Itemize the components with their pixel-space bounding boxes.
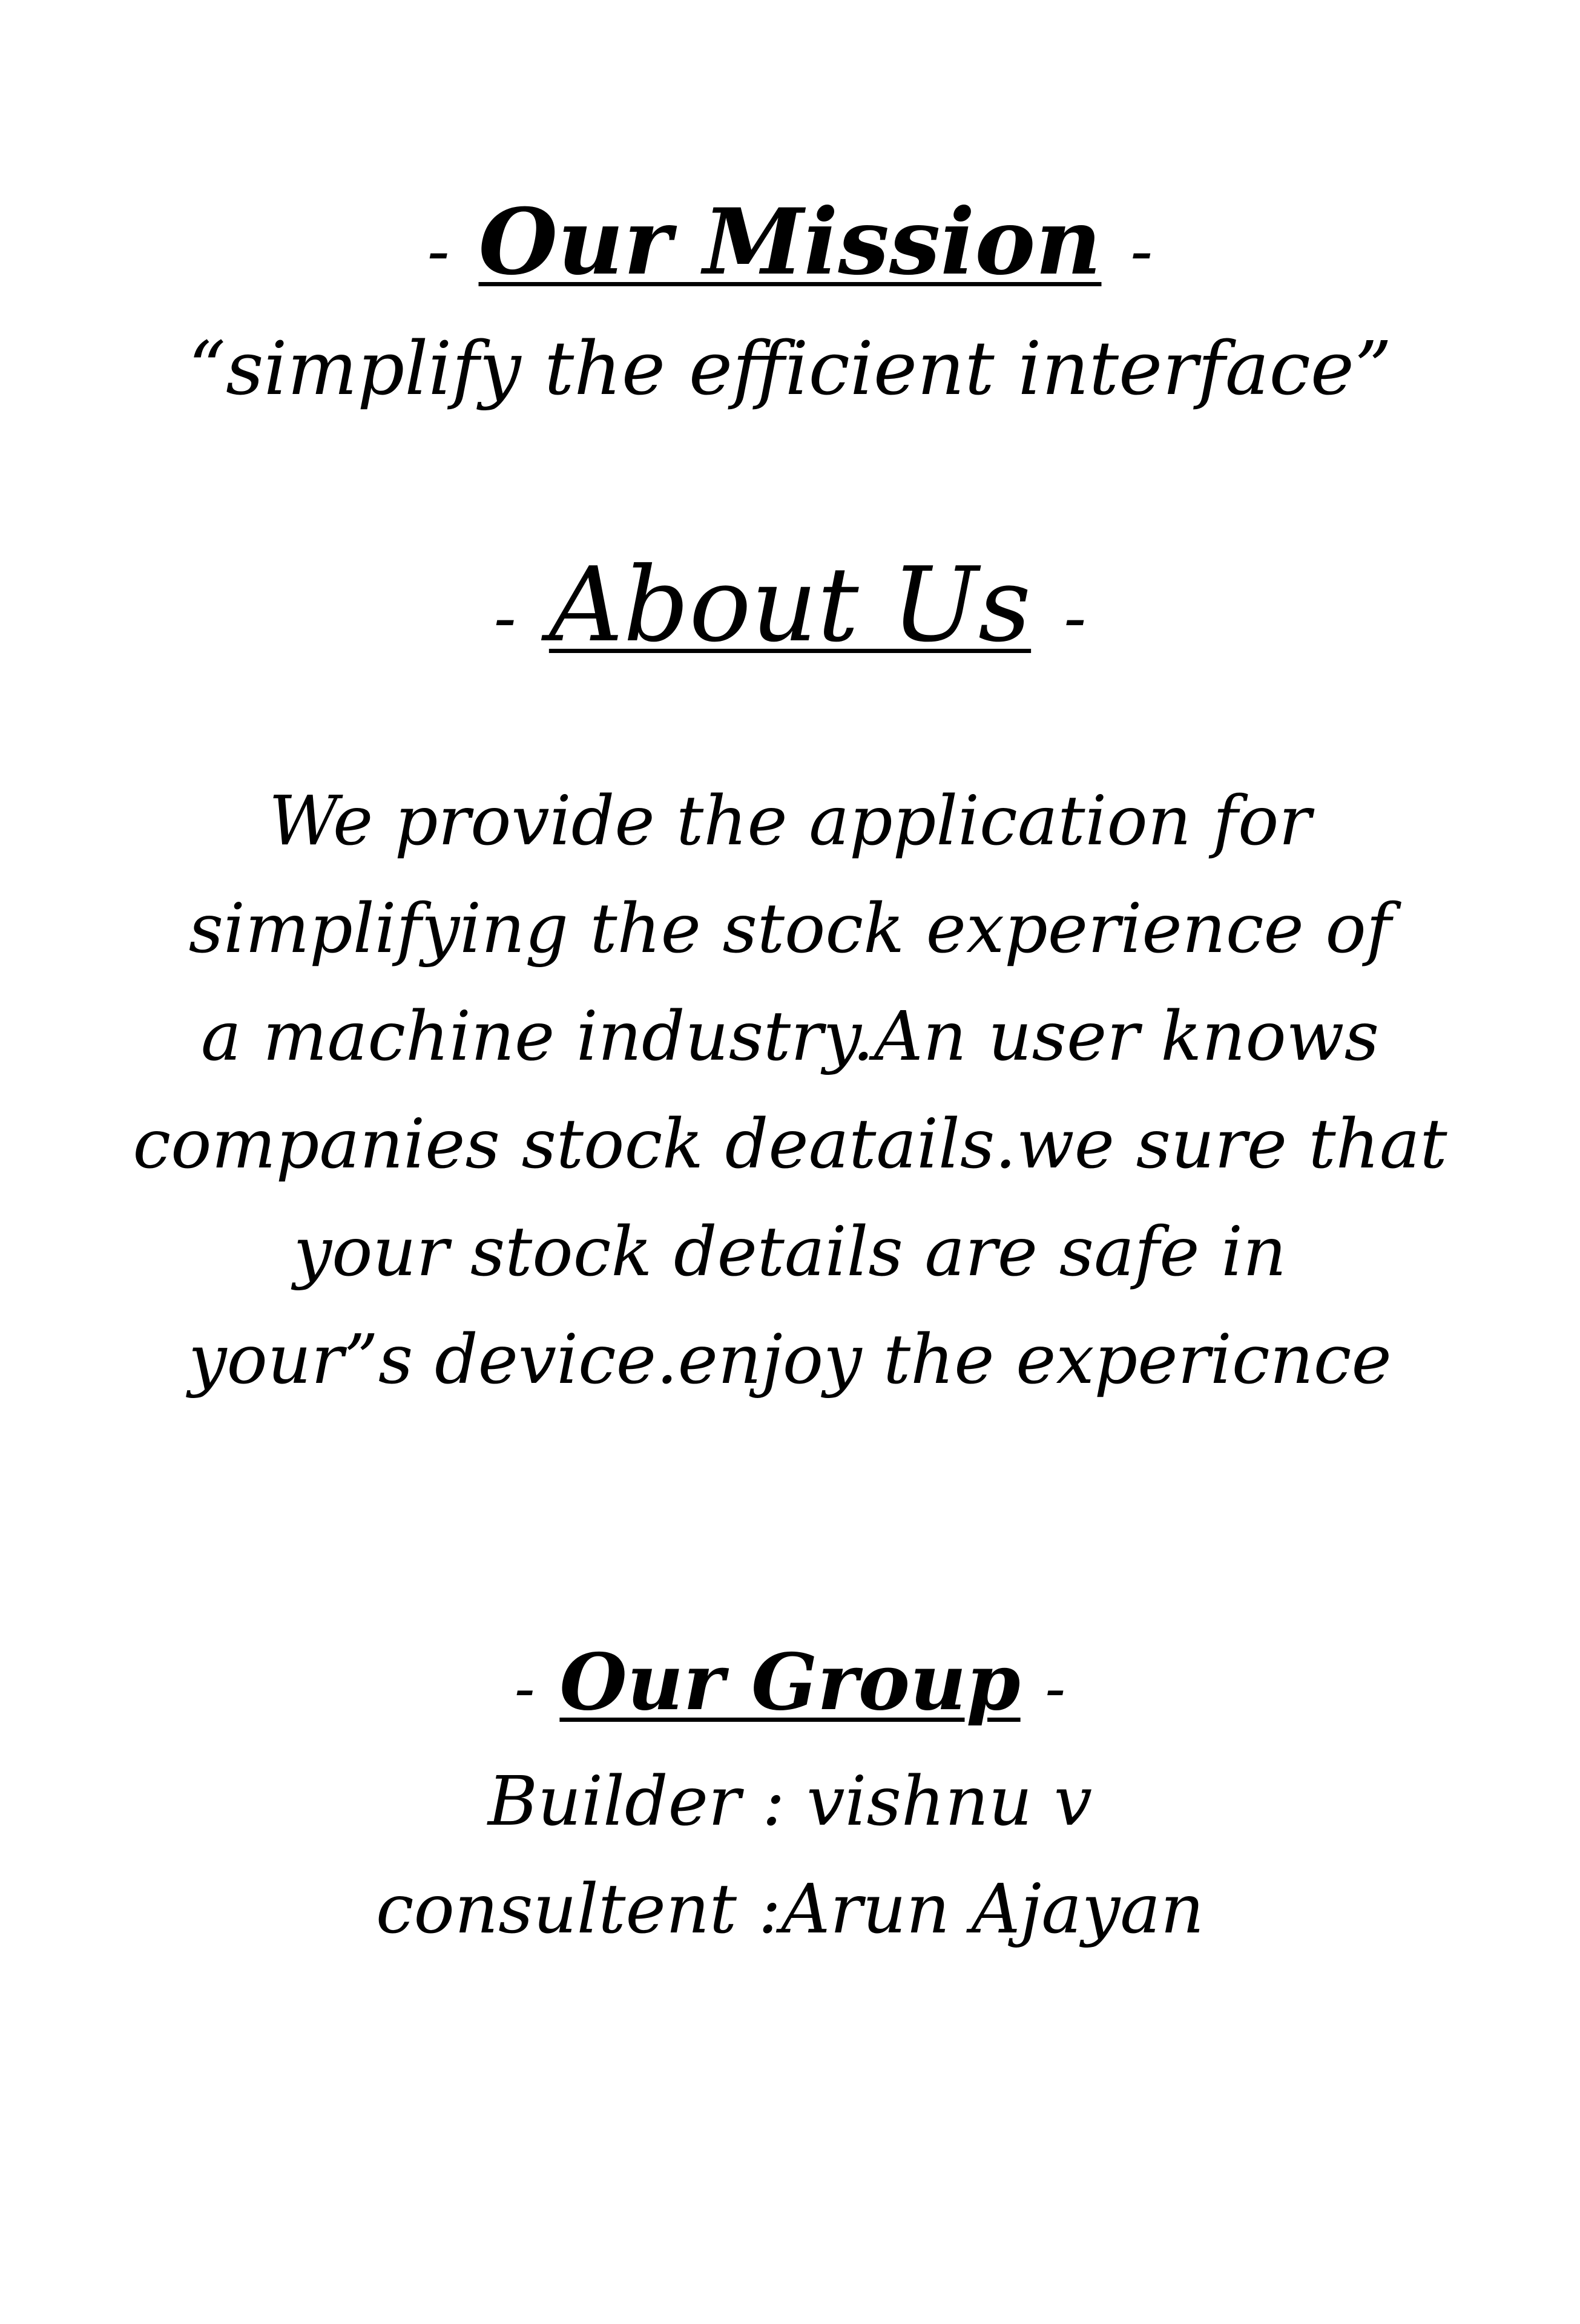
about-body-line: your stock details are safe in <box>293 1213 1287 1292</box>
about-body-line: We provide the application for <box>269 782 1311 861</box>
group-dash-right: - <box>1045 1653 1066 1724</box>
group-heading: Our Group <box>559 1637 1021 1728</box>
mission-heading: Our Mission <box>478 189 1102 295</box>
mission-dash-left: - <box>427 212 450 289</box>
mission-dash-right: - <box>1130 212 1153 289</box>
about-body-line: simplifying the stock experience of <box>188 890 1392 968</box>
about-body-line: your”s device.enjoy the expericnce <box>188 1321 1392 1399</box>
about-heading-line: - About Us - <box>0 539 1580 684</box>
about-body-line: companies stock deatails.we sure that <box>133 1105 1447 1184</box>
group-member-builder: Builder : vishnu v <box>487 1762 1093 1841</box>
group-section: - Our Group - Builder : vishnu v consult… <box>0 1628 1580 1963</box>
mission-heading-line: - Our Mission - <box>0 182 1580 311</box>
about-dash-left: - <box>493 579 516 656</box>
group-dash-left: - <box>514 1653 535 1724</box>
about-section: - About Us - <box>0 539 1580 684</box>
about-heading: About Us <box>548 545 1032 665</box>
mission-section: - Our Mission - “simplify the efficient … <box>0 182 1580 420</box>
group-member-consultant: consultent :Arun Ajayan <box>375 1870 1205 1949</box>
about-body: We provide the application for simplifyi… <box>0 767 1580 1414</box>
mission-quote: “simplify the efficient interface” <box>188 326 1392 412</box>
about-body-line: a machine industry.An user knows <box>200 997 1380 1076</box>
about-dash-right: - <box>1064 579 1087 656</box>
group-heading-line: - Our Group - <box>0 1628 1580 1743</box>
